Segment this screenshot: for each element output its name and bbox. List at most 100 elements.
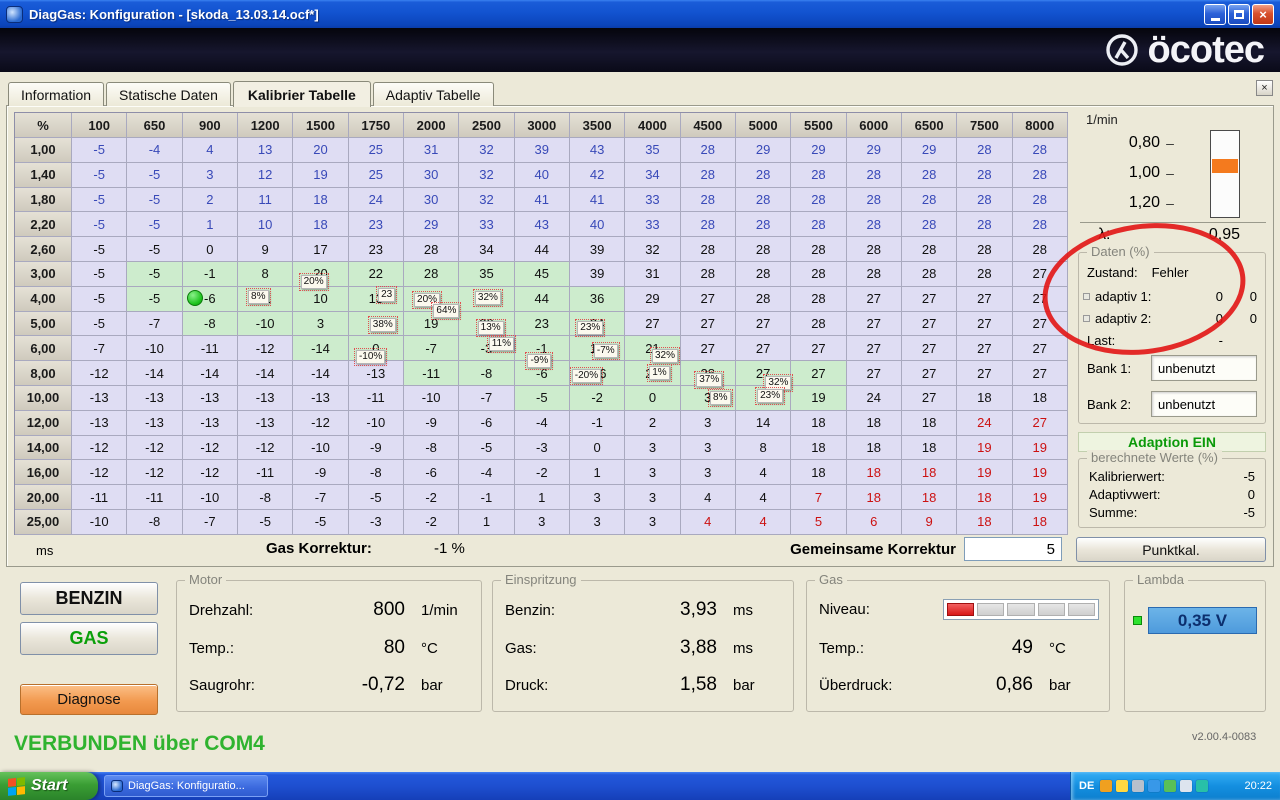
map-cell[interactable]: 41	[570, 188, 625, 213]
map-cell[interactable]: 27	[1013, 411, 1068, 436]
map-cell[interactable]: -8	[183, 312, 238, 337]
map-cell[interactable]: 19	[957, 436, 1012, 461]
map-cell[interactable]: -6	[404, 460, 459, 485]
map-cell[interactable]: 23	[349, 212, 404, 237]
map-cell[interactable]: 29	[902, 138, 957, 163]
map-cell[interactable]: 24	[957, 411, 1012, 436]
tray-icon-network[interactable]	[1164, 780, 1176, 792]
map-cell[interactable]: -5	[72, 237, 127, 262]
map-cell[interactable]: -12	[72, 436, 127, 461]
map-cell[interactable]: -12	[127, 460, 182, 485]
map-cell[interactable]: 18	[902, 411, 957, 436]
gemeinsame-korrektur-input[interactable]	[964, 537, 1062, 561]
map-cell[interactable]: 32	[459, 163, 514, 188]
map-cell[interactable]: -2	[404, 510, 459, 535]
map-cell[interactable]: 27	[902, 287, 957, 312]
map-cell[interactable]: 18	[293, 212, 348, 237]
map-cell[interactable]: 31	[625, 262, 680, 287]
map-cell[interactable]: -5	[72, 188, 127, 213]
map-cell[interactable]: 28	[791, 188, 846, 213]
map-cell[interactable]: 29	[847, 138, 902, 163]
map-cell[interactable]: 28	[791, 262, 846, 287]
map-cell[interactable]: 3	[625, 485, 680, 510]
map-cell[interactable]: 25	[349, 163, 404, 188]
map-cell[interactable]: -7	[293, 485, 348, 510]
map-cell[interactable]: 27	[847, 336, 902, 361]
map-cell[interactable]: -9	[404, 411, 459, 436]
tab-kalibrier-tabelle[interactable]: Kalibrier Tabelle	[233, 81, 371, 107]
map-cell[interactable]: 10	[293, 287, 348, 312]
map-cell[interactable]: -5	[72, 163, 127, 188]
map-cell[interactable]: -12	[72, 460, 127, 485]
map-cell[interactable]: 3	[681, 411, 736, 436]
map-cell[interactable]: 18	[847, 485, 902, 510]
map-cell[interactable]: 27	[625, 312, 680, 337]
map-cell[interactable]: 28	[957, 262, 1012, 287]
map-cell[interactable]: 31	[404, 138, 459, 163]
map-cell[interactable]: 27	[681, 312, 736, 337]
map-cell[interactable]: 0	[183, 237, 238, 262]
start-button[interactable]: Start	[0, 772, 98, 800]
map-cell[interactable]: 35	[625, 138, 680, 163]
map-cell[interactable]: 8	[238, 262, 293, 287]
map-cell[interactable]: 44	[515, 237, 570, 262]
map-cell[interactable]: 18	[791, 411, 846, 436]
map-cell[interactable]: 44	[515, 287, 570, 312]
map-cell[interactable]: 14	[736, 411, 791, 436]
map-cell[interactable]: -13	[127, 386, 182, 411]
map-cell[interactable]: 17	[293, 237, 348, 262]
map-cell[interactable]: -5	[72, 262, 127, 287]
map-cell[interactable]: -8	[404, 436, 459, 461]
map-cell[interactable]: 28	[957, 212, 1012, 237]
map-cell[interactable]: 23	[515, 312, 570, 337]
map-cell[interactable]: 28	[736, 188, 791, 213]
map-cell[interactable]: 18	[791, 460, 846, 485]
map-cell[interactable]: 33	[625, 212, 680, 237]
map-cell[interactable]: 19	[293, 163, 348, 188]
map-cell[interactable]: 3	[570, 510, 625, 535]
map-cell[interactable]: 2	[183, 188, 238, 213]
map-cell[interactable]: 28	[902, 237, 957, 262]
map-cell[interactable]: 19	[1013, 485, 1068, 510]
map-cell[interactable]: -12	[238, 336, 293, 361]
map-cell[interactable]: -10	[404, 386, 459, 411]
map-cell[interactable]: 9	[902, 510, 957, 535]
map-cell[interactable]: 3	[515, 510, 570, 535]
map-cell[interactable]: 28	[681, 163, 736, 188]
map-cell[interactable]: -5	[72, 138, 127, 163]
map-cell[interactable]: 10	[238, 212, 293, 237]
map-cell[interactable]: 32	[625, 237, 680, 262]
map-cell[interactable]: 45	[515, 262, 570, 287]
map-cell[interactable]: 28	[1013, 163, 1068, 188]
map-cell[interactable]: 28	[1013, 138, 1068, 163]
map-cell[interactable]: 3	[570, 485, 625, 510]
map-cell[interactable]: 3	[293, 312, 348, 337]
map-cell[interactable]: 28	[736, 287, 791, 312]
map-cell[interactable]: 34	[459, 237, 514, 262]
map-cell[interactable]: 7	[791, 485, 846, 510]
map-cell[interactable]: 28	[736, 237, 791, 262]
taskbar-item-diaggas[interactable]: DiagGas: Konfiguratio...	[104, 775, 268, 797]
map-cell[interactable]: 27	[736, 312, 791, 337]
map-cell[interactable]: 32	[459, 188, 514, 213]
map-cell[interactable]: -12	[293, 411, 348, 436]
map-cell[interactable]: 3	[625, 460, 680, 485]
map-cell[interactable]: 4	[736, 485, 791, 510]
map-cell[interactable]: 18	[847, 436, 902, 461]
map-cell[interactable]: 28	[957, 138, 1012, 163]
map-cell[interactable]: -13	[183, 386, 238, 411]
map-cell[interactable]: -13	[183, 411, 238, 436]
map-cell[interactable]: -4	[127, 138, 182, 163]
map-cell[interactable]: -10	[127, 336, 182, 361]
map-cell[interactable]: 27	[847, 312, 902, 337]
map-cell[interactable]: 4	[736, 510, 791, 535]
map-cell[interactable]: 39	[515, 138, 570, 163]
map-cell[interactable]: 24	[847, 386, 902, 411]
map-cell[interactable]: -10	[238, 312, 293, 337]
map-cell[interactable]: 27	[957, 336, 1012, 361]
map-cell[interactable]: 27	[736, 336, 791, 361]
map-cell[interactable]: 28	[957, 163, 1012, 188]
map-cell[interactable]: 28	[791, 237, 846, 262]
map-cell[interactable]: -3	[349, 510, 404, 535]
map-cell[interactable]: 1	[570, 460, 625, 485]
